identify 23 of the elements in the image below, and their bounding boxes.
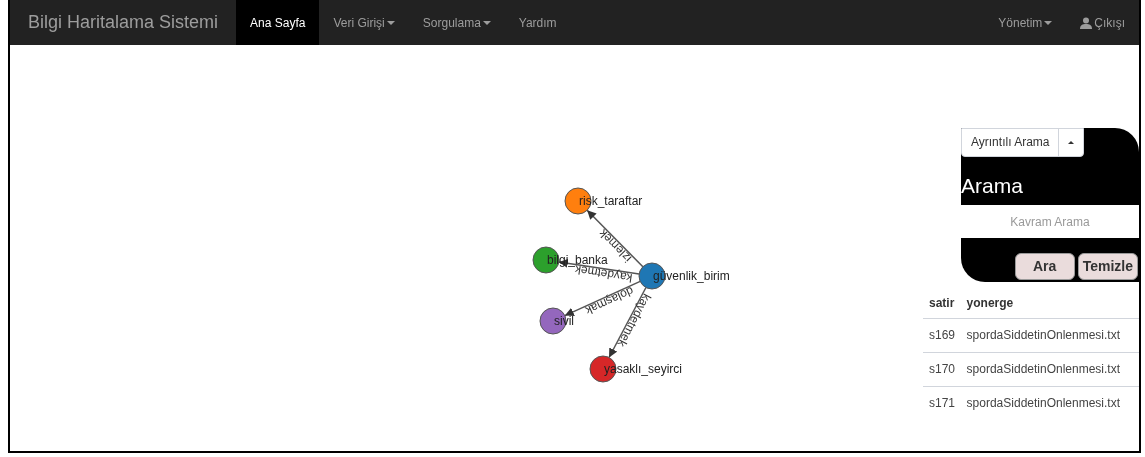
clear-button[interactable]: Temizle (1077, 253, 1138, 280)
nav-dropdown[interactable]: Sorgulama (408, 0, 505, 45)
table-cell: spordaSiddetinOnlenmesi.txt (960, 318, 1139, 352)
table-cell: s170 (923, 352, 961, 386)
nav-dropdown[interactable]: Yönetim (984, 0, 1067, 45)
table-cell: s171 (923, 386, 961, 420)
nav-link[interactable]: Ana Sayfa (236, 0, 320, 45)
search-button[interactable]: Ara (1014, 253, 1075, 280)
table-cell: spordaSiddetinOnlenmesi.txt (960, 352, 1139, 386)
search-mode-dropdown[interactable]: Ayrıntılı Arama (961, 128, 1085, 157)
user-icon (1080, 16, 1093, 29)
nav-dropdown[interactable]: Veri Girişi (319, 0, 409, 45)
column-header: satir (923, 288, 961, 318)
panel-title: Arama (961, 173, 1024, 199)
caret-icon (1068, 141, 1075, 144)
table-cell: spordaSiddetinOnlenmesi.txt (960, 386, 1139, 420)
table-cell: s169 (923, 318, 961, 352)
logout-link[interactable]: Çıkışı (1066, 0, 1139, 45)
column-header: yonerge (960, 288, 1139, 318)
nav-link[interactable]: Yardım (504, 0, 571, 45)
caret-icon (1044, 20, 1053, 25)
search-field[interactable]: Kavram Arama (961, 205, 1139, 238)
brand-link[interactable]: Bilgi Haritalama Sistemi (10, 0, 237, 45)
